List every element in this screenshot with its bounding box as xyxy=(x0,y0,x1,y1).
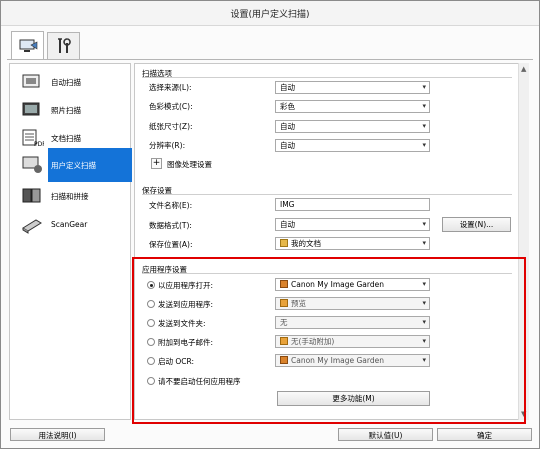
sidebar-item-auto-scan[interactable]: 自动扫描 xyxy=(10,68,130,96)
document-scan-icon: PDF xyxy=(22,129,44,148)
data-format-value: 自动 xyxy=(280,220,295,229)
settings-dialog: 设置(用户定义扫描) 自动扫描 照片扫描 PDF 文档扫描 用户定义扫描 扫描和… xyxy=(0,0,540,449)
window-title: 设置(用户定义扫描) xyxy=(230,10,310,20)
sidebar-item-label: 文档扫描 xyxy=(51,133,81,143)
sidebar-item-label: ScanGear xyxy=(51,219,88,229)
scan-settings-tab-icon xyxy=(19,39,37,52)
paper-size-label: 纸张尺寸(Z): xyxy=(149,122,193,131)
format-settings-button[interactable]: 设置(N)... xyxy=(442,217,511,232)
tab-bar xyxy=(1,26,539,60)
tab-tools[interactable] xyxy=(47,32,80,59)
scan-stitch-icon xyxy=(22,188,41,203)
paper-size-select[interactable]: 自动 ▾ xyxy=(275,120,430,133)
sidebar-item-label: 扫描和拼接 xyxy=(51,191,89,201)
sidebar-item-label: 照片扫描 xyxy=(51,105,81,115)
paper-size-value: 自动 xyxy=(280,122,295,131)
chevron-down-icon: ▾ xyxy=(422,102,426,110)
scangear-icon xyxy=(22,219,42,234)
source-select[interactable]: 自动 ▾ xyxy=(275,81,430,94)
expand-image-processing-button[interactable]: + xyxy=(151,158,162,169)
chevron-down-icon: ▾ xyxy=(422,239,426,247)
file-name-value: IMG xyxy=(280,200,295,209)
auto-scan-icon xyxy=(22,74,40,88)
chevron-down-icon: ▾ xyxy=(422,122,426,130)
scroll-up-icon[interactable]: ▲ xyxy=(521,65,526,73)
source-value: 自动 xyxy=(280,83,295,92)
file-name-input[interactable]: IMG xyxy=(275,198,430,211)
tab-scan-settings[interactable] xyxy=(11,31,44,60)
save-location-value: 我的文档 xyxy=(291,239,321,248)
chevron-down-icon: ▾ xyxy=(422,220,426,228)
title-bar: 设置(用户定义扫描) xyxy=(1,1,539,26)
color-mode-label: 色彩模式(C): xyxy=(149,102,193,111)
svg-text:PDF: PDF xyxy=(34,141,44,148)
color-mode-value: 彩色 xyxy=(280,102,295,111)
folder-icon xyxy=(280,239,288,247)
data-format-select[interactable]: 自动 ▾ xyxy=(275,218,430,231)
source-label: 选择来源(L): xyxy=(149,83,192,92)
photo-scan-icon xyxy=(22,102,40,116)
sidebar-item-custom-scan[interactable]: 用户定义扫描 xyxy=(48,148,132,182)
help-button[interactable]: 用法说明(I) xyxy=(10,428,105,441)
chevron-down-icon: ▾ xyxy=(422,141,426,149)
sidebar-item-label: 用户定义扫描 xyxy=(51,160,96,170)
sidebar-item-label: 自动扫描 xyxy=(51,77,81,87)
custom-scan-icon xyxy=(22,156,42,173)
resolution-label: 分辨率(R): xyxy=(149,141,186,150)
ok-button[interactable]: 确定 xyxy=(437,428,532,441)
scan-mode-list: 自动扫描 照片扫描 PDF 文档扫描 用户定义扫描 扫描和拼接 ScanGear xyxy=(9,63,132,420)
file-name-label: 文件名称(E): xyxy=(149,201,193,210)
annotation-highlight-box xyxy=(132,257,526,424)
image-processing-label: 图像处理设置 xyxy=(167,160,212,169)
sidebar-item-photo-scan[interactable]: 照片扫描 xyxy=(10,96,130,124)
sidebar-item-scan-stitch[interactable]: 扫描和拼接 xyxy=(10,182,130,210)
resolution-select[interactable]: 自动 ▾ xyxy=(275,139,430,152)
save-location-label: 保存位置(A): xyxy=(149,240,193,249)
color-mode-select[interactable]: 彩色 ▾ xyxy=(275,100,430,113)
save-location-select[interactable]: 我的文档 ▾ xyxy=(275,237,430,250)
resolution-value: 自动 xyxy=(280,141,295,150)
custom-scan-icon-cell xyxy=(10,150,48,178)
tools-tab-icon xyxy=(57,38,71,53)
data-format-label: 数据格式(T): xyxy=(149,221,192,230)
chevron-down-icon: ▾ xyxy=(422,83,426,91)
defaults-button[interactable]: 默认值(U) xyxy=(338,428,433,441)
sidebar-item-scangear[interactable]: ScanGear xyxy=(10,210,130,238)
